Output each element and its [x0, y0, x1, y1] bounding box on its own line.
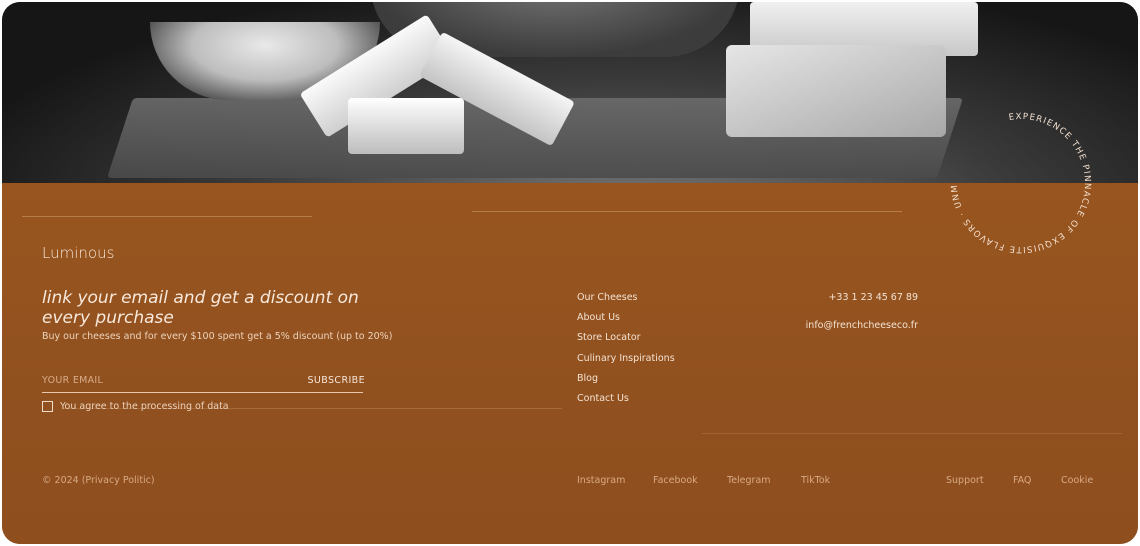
social-link-facebook[interactable]: Facebook	[653, 475, 698, 486]
consent-checkbox[interactable]	[42, 401, 53, 412]
social-link-telegram[interactable]: Telegram	[727, 475, 771, 486]
page-frame	[2, 2, 1138, 544]
contact-phone[interactable]: +33 1 23 45 67 89	[828, 292, 918, 303]
nav-link-about-us[interactable]: About Us	[577, 312, 675, 332]
nav-link-contact-us[interactable]: Contact Us	[577, 393, 675, 413]
subscribe-button[interactable]: SUBSCRIBE	[307, 375, 365, 386]
consent-label: You agree to the processing of data	[60, 401, 229, 412]
contact-email[interactable]: info@frenchcheeseco.fr	[806, 320, 918, 331]
faq-link[interactable]: FAQ	[1013, 475, 1031, 486]
nav-link-culinary-inspirations[interactable]: Culinary Inspirations	[577, 353, 675, 373]
nav-link-store-locator[interactable]: Store Locator	[577, 332, 675, 352]
support-link[interactable]: Support	[946, 475, 984, 486]
seal-badge: EXPERIENCE THE PINNACLE OF EXQUISITE FLA…	[942, 104, 1092, 254]
copyright[interactable]: © 2024 (Privacy Politic)	[42, 475, 155, 486]
footer-nav: Our Cheeses About Us Store Locator Culin…	[577, 292, 675, 413]
email-input[interactable]: YOUR EMAIL	[42, 375, 103, 386]
newsletter-subtitle: Buy our cheeses and for every $100 spent…	[42, 331, 393, 342]
seal-text: EXPERIENCE THE PINNACLE OF EXQUISITE FLA…	[942, 104, 1091, 254]
brand-logo[interactable]: Luminous	[42, 244, 114, 262]
svg-text:EXPERIENCE THE PINNACLE OF EXQ: EXPERIENCE THE PINNACLE OF EXQUISITE FLA…	[942, 104, 1092, 254]
cheese-slice	[348, 98, 464, 154]
nav-link-our-cheeses[interactable]: Our Cheeses	[577, 292, 675, 312]
cookie-link[interactable]: Cookie	[1061, 475, 1093, 486]
nav-link-blog[interactable]: Blog	[577, 373, 675, 393]
cheese-block	[726, 45, 946, 137]
newsletter-title: link your email and get a discount on ev…	[42, 288, 359, 328]
social-link-instagram[interactable]: Instagram	[577, 475, 625, 486]
social-link-tiktok[interactable]: TikTok	[801, 475, 830, 486]
email-underline	[42, 392, 363, 393]
